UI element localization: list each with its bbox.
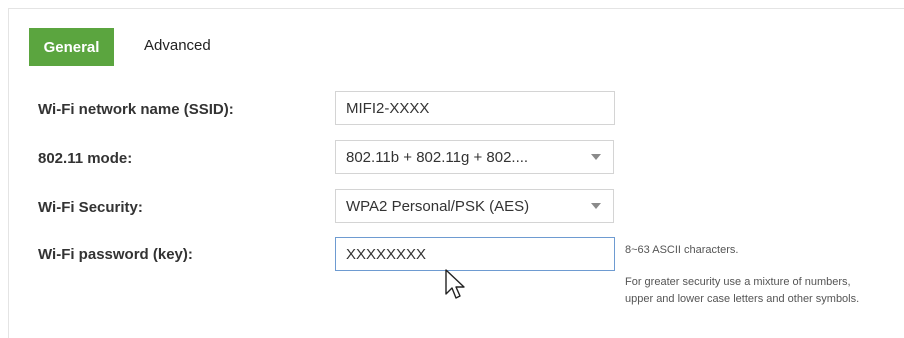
mode-label: 802.11 mode: <box>38 150 133 167</box>
password-value: XXXXXXXX <box>346 245 427 263</box>
password-length-hint: 8~63 ASCII characters. <box>625 244 739 256</box>
security-value: WPA2 Personal/PSK (AES) <box>346 197 530 215</box>
ssid-input[interactable]: MIFI2-XXXX <box>335 91 615 125</box>
security-label: Wi-Fi Security: <box>38 199 143 216</box>
password-input[interactable]: XXXXXXXX <box>335 237 615 271</box>
mode-select[interactable]: 802.11b + 802.11g + 802.... <box>335 140 614 174</box>
ssid-label: Wi-Fi network name (SSID): <box>38 101 234 118</box>
ssid-value: MIFI2-XXXX <box>346 99 430 117</box>
password-label: Wi-Fi password (key): <box>38 246 193 263</box>
tab-general[interactable]: General <box>29 28 114 66</box>
security-select[interactable]: WPA2 Personal/PSK (AES) <box>335 189 614 223</box>
password-security-hint: For greater security use a mixture of nu… <box>625 276 860 305</box>
mode-value: 802.11b + 802.11g + 802.... <box>346 148 529 166</box>
tab-advanced[interactable]: Advanced <box>144 37 211 54</box>
chevron-down-icon <box>591 154 601 160</box>
chevron-down-icon <box>591 203 601 209</box>
mouse-pointer-icon <box>445 269 465 299</box>
